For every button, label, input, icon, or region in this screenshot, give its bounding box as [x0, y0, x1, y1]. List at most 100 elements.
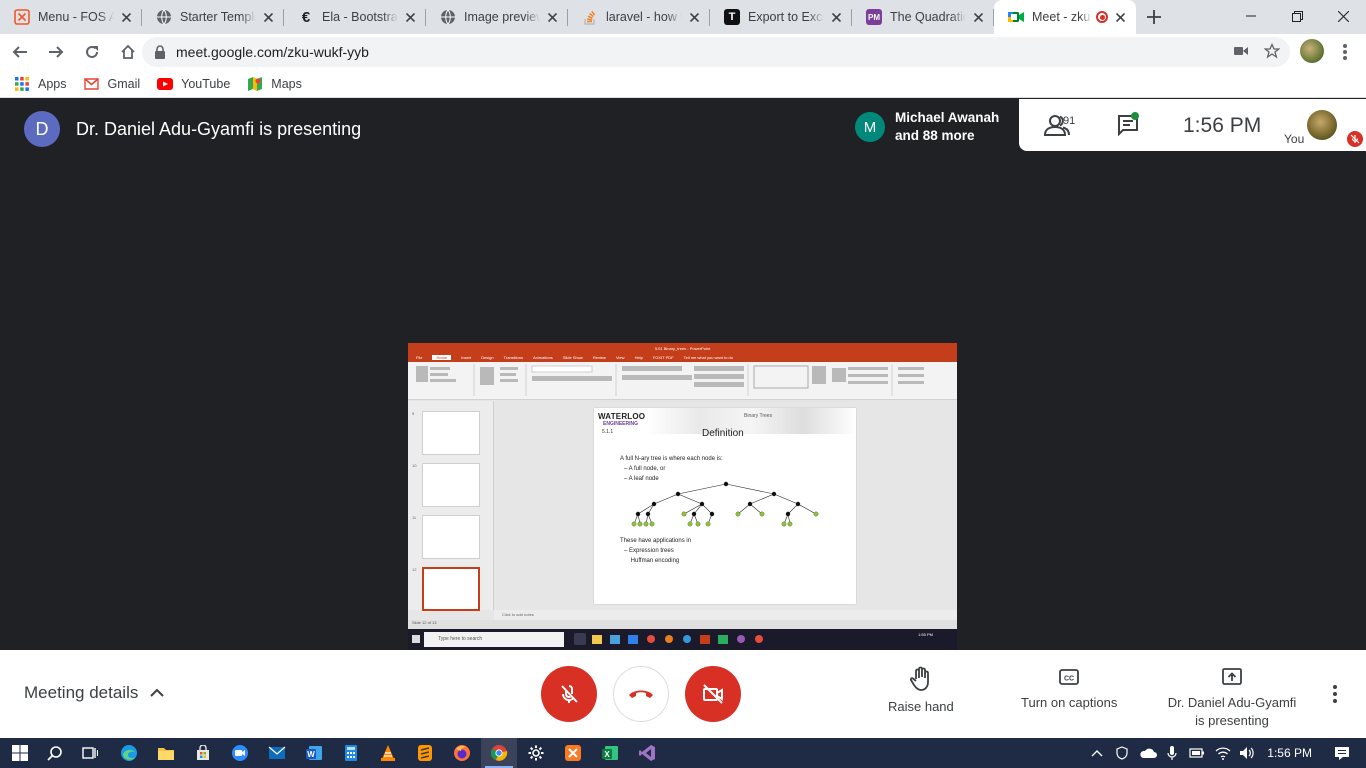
tree-diagram [631, 481, 819, 527]
restore-button[interactable] [1274, 0, 1320, 32]
microphone-toggle-button[interactable] [541, 666, 597, 722]
present-screen-icon [1222, 668, 1242, 685]
slide-line: – Expression trees [624, 548, 674, 554]
back-button[interactable] [4, 36, 36, 68]
slide-status-text: Slide 12 of 13 [412, 620, 437, 625]
close-icon[interactable] [828, 9, 844, 25]
windows-start-icon[interactable] [10, 743, 30, 763]
thumb-number: 11 [412, 515, 417, 520]
browser-tab[interactable]: Menu - FOS Ad [0, 0, 142, 34]
sublime-text-icon[interactable] [415, 743, 435, 763]
powerpoint-status-bar: Slide 12 of 13 [408, 620, 957, 629]
browser-tab[interactable]: Meet - zku [994, 0, 1136, 34]
forward-button[interactable] [40, 36, 72, 68]
zoom-icon[interactable] [230, 743, 250, 763]
settings-gear-icon[interactable] [526, 743, 546, 763]
bookmark-gmail[interactable]: Gmail [84, 76, 140, 92]
close-icon[interactable] [118, 9, 134, 25]
slide-thumbnail[interactable] [422, 515, 480, 559]
new-tab-button[interactable] [1136, 0, 1172, 34]
arrow-left-icon [12, 46, 27, 58]
lock-icon [155, 45, 165, 59]
file-explorer-icon[interactable] [156, 743, 176, 763]
raise-hand-button[interactable]: Raise hand [888, 666, 954, 716]
close-icon[interactable] [402, 9, 418, 25]
mail-icon[interactable] [267, 743, 287, 763]
edge-icon[interactable] [119, 743, 139, 763]
self-avatar[interactable] [1307, 110, 1337, 140]
notification-center-icon[interactable] [1334, 745, 1350, 761]
bookmark-youtube[interactable]: YouTube [157, 76, 230, 92]
browser-tab[interactable]: T Export to Excel [710, 0, 852, 34]
tab-title: Meet - zku [1032, 10, 1091, 24]
slide-notes: Click to add notes [494, 610, 957, 620]
tab-title: The Quadratic [890, 10, 966, 24]
camera-icon[interactable] [1234, 46, 1248, 56]
task-view-icon[interactable] [80, 743, 100, 763]
browser-tab[interactable]: € Ela - Bootstrap [284, 0, 426, 34]
chrome-icon[interactable] [489, 743, 509, 763]
excel-icon[interactable]: X [600, 743, 620, 763]
url-text: meet.google.com/zku-wukf-yyb [176, 44, 369, 60]
close-icon[interactable] [544, 9, 560, 25]
maps-icon [247, 76, 263, 92]
browser-menu-button[interactable] [1336, 43, 1354, 61]
more-options-button[interactable] [1331, 685, 1339, 703]
profile-avatar[interactable] [1300, 39, 1324, 63]
chevron-up-icon[interactable] [1091, 749, 1103, 757]
youtube-icon [157, 76, 174, 92]
powerpoint-body: 9 10 11 12 WATERLOO ENGINEERING 5.1.1 Bi… [408, 401, 957, 611]
home-button[interactable] [112, 36, 144, 68]
browser-tab[interactable]: Image preview [426, 0, 568, 34]
tab-title: laravel - how to [606, 10, 682, 24]
close-icon[interactable] [970, 9, 986, 25]
window-controls [1228, 0, 1366, 32]
current-slide: WATERLOO ENGINEERING 5.1.1 Binary Trees … [594, 408, 856, 604]
leave-call-button[interactable] [613, 666, 669, 722]
powerpoint-ribbon [408, 362, 957, 400]
firefox-icon[interactable] [452, 743, 472, 763]
presenting-label: Dr. Daniel Adu-Gyamfi is presenting [1168, 694, 1297, 730]
bookmark-apps[interactable]: Apps [14, 76, 67, 92]
wifi-icon[interactable] [1215, 746, 1231, 760]
meeting-details-button[interactable]: Meeting details [24, 683, 165, 703]
slide-thumbnail-selected[interactable] [422, 567, 480, 611]
system-tray: 1:56 PM [1091, 738, 1366, 768]
participants-chip[interactable]: M Michael Awanah and 88 more [847, 102, 1019, 152]
search-icon[interactable] [45, 743, 65, 763]
mic-off-icon [558, 685, 580, 705]
microphone-tray-icon[interactable] [1167, 745, 1177, 761]
close-icon[interactable] [1112, 9, 1128, 25]
minimize-button[interactable] [1228, 0, 1274, 32]
slide-line: These have applications in [620, 538, 692, 544]
browser-tab[interactable]: laravel - how to [568, 0, 710, 34]
close-window-button[interactable] [1320, 0, 1366, 32]
store-icon[interactable] [193, 743, 213, 763]
vlc-icon[interactable] [378, 743, 398, 763]
word-icon[interactable]: W [304, 743, 324, 763]
presenter-text: Dr. Daniel Adu-Gyamfi is presenting [76, 118, 362, 139]
calculator-app-icon[interactable] [341, 743, 361, 763]
star-icon[interactable] [1264, 43, 1280, 59]
onedrive-cloud-icon[interactable] [1139, 746, 1158, 760]
bookmark-maps[interactable]: Maps [247, 76, 302, 92]
slide-thumbnail[interactable] [422, 463, 480, 507]
browser-tab[interactable]: PM The Quadratic [852, 0, 994, 34]
slide-thumbnail[interactable] [422, 411, 480, 455]
system-clock[interactable]: 1:56 PM [1267, 746, 1312, 760]
xampp-icon[interactable] [563, 743, 583, 763]
captions-button[interactable]: CC Turn on captions [1021, 666, 1117, 712]
reload-button[interactable] [76, 36, 108, 68]
close-icon[interactable] [686, 9, 702, 25]
visual-studio-icon[interactable] [637, 743, 657, 763]
battery-icon[interactable] [1189, 748, 1205, 758]
camera-toggle-button[interactable] [685, 666, 741, 722]
meet-icon [1008, 9, 1024, 25]
browser-tab[interactable]: Starter Templa [142, 0, 284, 34]
presenting-button[interactable]: Dr. Daniel Adu-Gyamfi is presenting [1164, 666, 1300, 730]
volume-icon[interactable] [1239, 746, 1255, 760]
meeting-details-label: Meeting details [24, 683, 139, 702]
shield-icon[interactable] [1115, 746, 1129, 760]
address-bar[interactable]: meet.google.com/zku-wukf-yyb [142, 37, 1290, 67]
close-icon[interactable] [260, 9, 276, 25]
